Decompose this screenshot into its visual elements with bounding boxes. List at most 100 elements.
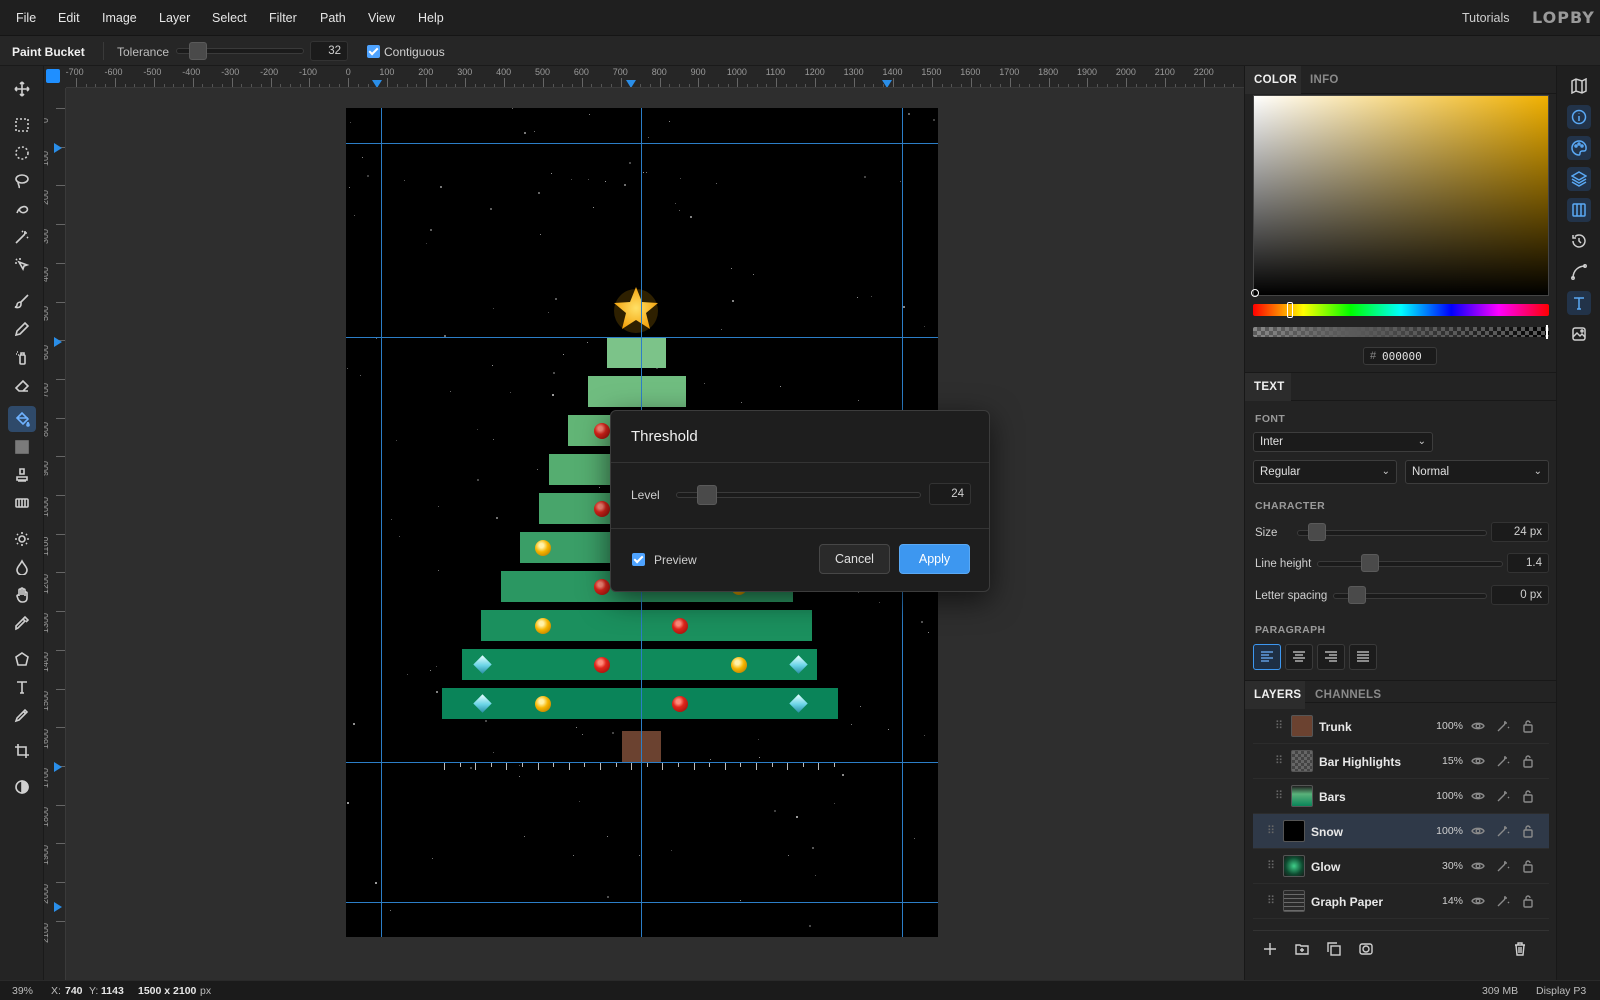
letter-spacing-value[interactable]: 0 px — [1491, 585, 1549, 605]
layer-lock-toggle[interactable] — [1521, 754, 1535, 768]
magic-wand-tool[interactable] — [8, 224, 36, 250]
visibility-toggle[interactable] — [1471, 894, 1485, 908]
layer-row[interactable]: ⠿ Bars 100% — [1253, 779, 1549, 814]
tab-color[interactable]: COLOR — [1254, 74, 1297, 86]
color-button[interactable] — [1567, 136, 1591, 160]
layer-effects-toggle[interactable] — [1496, 789, 1510, 803]
tab-channels[interactable]: CHANNELS — [1315, 689, 1381, 701]
layer-opacity[interactable]: 100% — [1431, 825, 1463, 837]
contiguous-checkbox[interactable] — [367, 45, 380, 58]
line-height-slider[interactable] — [1317, 561, 1503, 567]
guide-horizontal[interactable] — [346, 337, 938, 338]
menu-view[interactable]: View — [368, 11, 395, 25]
font-weight-select[interactable]: Regular ⌄ — [1253, 460, 1397, 484]
layer-lock-toggle[interactable] — [1521, 789, 1535, 803]
ellipse-select-tool[interactable] — [8, 140, 36, 166]
size-slider-thumb[interactable] — [1308, 523, 1326, 541]
color-picker-field[interactable] — [1251, 95, 1549, 297]
layer-effects-toggle[interactable] — [1496, 754, 1510, 768]
align-left-button[interactable] — [1253, 644, 1281, 670]
channels-button[interactable] — [1567, 198, 1591, 222]
ruler-corner[interactable] — [44, 66, 66, 88]
duplicate-layer-button[interactable] — [1327, 942, 1341, 956]
layer-opacity[interactable]: 14% — [1431, 895, 1463, 907]
brush-tool[interactable] — [8, 288, 36, 314]
guide-horizontal[interactable] — [346, 762, 938, 763]
font-style-select[interactable]: Normal ⌄ — [1405, 460, 1549, 484]
drag-handle-icon[interactable]: ⠿ — [1275, 719, 1283, 732]
image-adjust-button[interactable] — [1567, 322, 1591, 346]
level-slider-thumb[interactable] — [697, 485, 717, 505]
color-picker-cursor[interactable] — [1251, 289, 1259, 297]
tab-layers[interactable]: LAYERS — [1254, 689, 1301, 701]
preview-checkbox[interactable] — [632, 553, 645, 566]
spray-tool[interactable] — [8, 344, 36, 370]
stamp-tool[interactable] — [8, 462, 36, 488]
tolerance-slider-thumb[interactable] — [189, 42, 207, 60]
blur-tool[interactable] — [8, 554, 36, 580]
menu-file[interactable]: File — [16, 11, 36, 25]
guide-marker-icon[interactable] — [626, 80, 636, 87]
quick-select-tool[interactable] — [8, 196, 36, 222]
layer-row[interactable]: ⠿ Bar Highlights 15% — [1253, 744, 1549, 779]
layer-effects-toggle[interactable] — [1496, 824, 1510, 838]
layer-lock-toggle[interactable] — [1521, 824, 1535, 838]
pencil-tool[interactable] — [8, 316, 36, 342]
layer-opacity[interactable]: 100% — [1431, 720, 1463, 732]
alpha-slider[interactable] — [1253, 325, 1549, 339]
drag-handle-icon[interactable]: ⠿ — [1275, 754, 1283, 767]
line-height-slider-thumb[interactable] — [1361, 554, 1379, 572]
layer-row[interactable]: ⠿ Glow 30% — [1253, 849, 1549, 884]
navigator-button[interactable] — [1567, 74, 1591, 98]
guide-marker-icon[interactable] — [54, 902, 62, 912]
menu-path[interactable]: Path — [320, 11, 346, 25]
add-group-button[interactable] — [1295, 942, 1309, 956]
paint-bucket-tool[interactable] — [8, 406, 36, 432]
text-tool[interactable] — [8, 674, 36, 700]
vertical-ruler[interactable]: 0 100 200 300 400 500 600 700 800 900 1000 1100 1200… — [44, 88, 66, 980]
tab-info[interactable]: INFO — [1310, 74, 1339, 86]
layer-opacity[interactable]: 100% — [1431, 790, 1463, 802]
line-height-value[interactable]: 1.4 — [1507, 553, 1549, 573]
visibility-toggle[interactable] — [1471, 824, 1485, 838]
visibility-toggle[interactable] — [1471, 754, 1485, 768]
layer-opacity[interactable]: 30% — [1431, 860, 1463, 872]
level-value[interactable]: 24 — [929, 483, 971, 505]
visibility-toggle[interactable] — [1471, 859, 1485, 873]
font-family-select[interactable]: Inter ⌄ — [1253, 432, 1433, 452]
layer-lock-toggle[interactable] — [1521, 859, 1535, 873]
layer-lock-toggle[interactable] — [1521, 719, 1535, 733]
menu-select[interactable]: Select — [212, 11, 247, 25]
guide-horizontal[interactable] — [346, 143, 938, 144]
layers-button[interactable] — [1567, 167, 1591, 191]
guide-horizontal[interactable] — [346, 902, 938, 903]
hand-tool[interactable] — [8, 582, 36, 608]
pattern-tool[interactable] — [8, 490, 36, 516]
tutorials-link[interactable]: Tutorials — [1462, 11, 1509, 25]
layer-row[interactable]: ⠿ Graph Paper 14% — [1253, 884, 1549, 919]
guide-marker-icon[interactable] — [54, 143, 62, 153]
layer-lock-toggle[interactable] — [1521, 894, 1535, 908]
hue-slider[interactable] — [1253, 302, 1549, 318]
guide-marker-icon[interactable] — [54, 762, 62, 772]
add-layer-button[interactable] — [1263, 942, 1277, 956]
layer-mask-button[interactable] — [1359, 942, 1373, 956]
hex-input[interactable]: # 000000 — [1363, 347, 1437, 365]
layer-effects-toggle[interactable] — [1496, 894, 1510, 908]
menu-help[interactable]: Help — [418, 11, 444, 25]
guide-marker-icon[interactable] — [882, 80, 892, 87]
size-value[interactable]: 24 px — [1491, 522, 1549, 542]
horizontal-ruler[interactable]: -700 -600 -500 -400 -300 -200 -100 0 100 200 300 40… — [66, 66, 1244, 88]
crop-tool[interactable] — [8, 738, 36, 764]
layer-effects-toggle[interactable] — [1496, 859, 1510, 873]
layer-row[interactable]: ⠿ Snow 100% — [1253, 814, 1549, 849]
paths-button[interactable] — [1567, 260, 1591, 284]
drag-handle-icon[interactable]: ⠿ — [1275, 789, 1283, 802]
guide-vertical[interactable] — [381, 108, 382, 937]
move-tool[interactable] — [8, 76, 36, 102]
auto-select-tool[interactable] — [8, 252, 36, 278]
zoom-level[interactable]: 39% — [12, 985, 33, 997]
letter-spacing-slider-thumb[interactable] — [1348, 586, 1366, 604]
menu-edit[interactable]: Edit — [58, 11, 80, 25]
hue-slider-thumb[interactable] — [1287, 302, 1293, 318]
